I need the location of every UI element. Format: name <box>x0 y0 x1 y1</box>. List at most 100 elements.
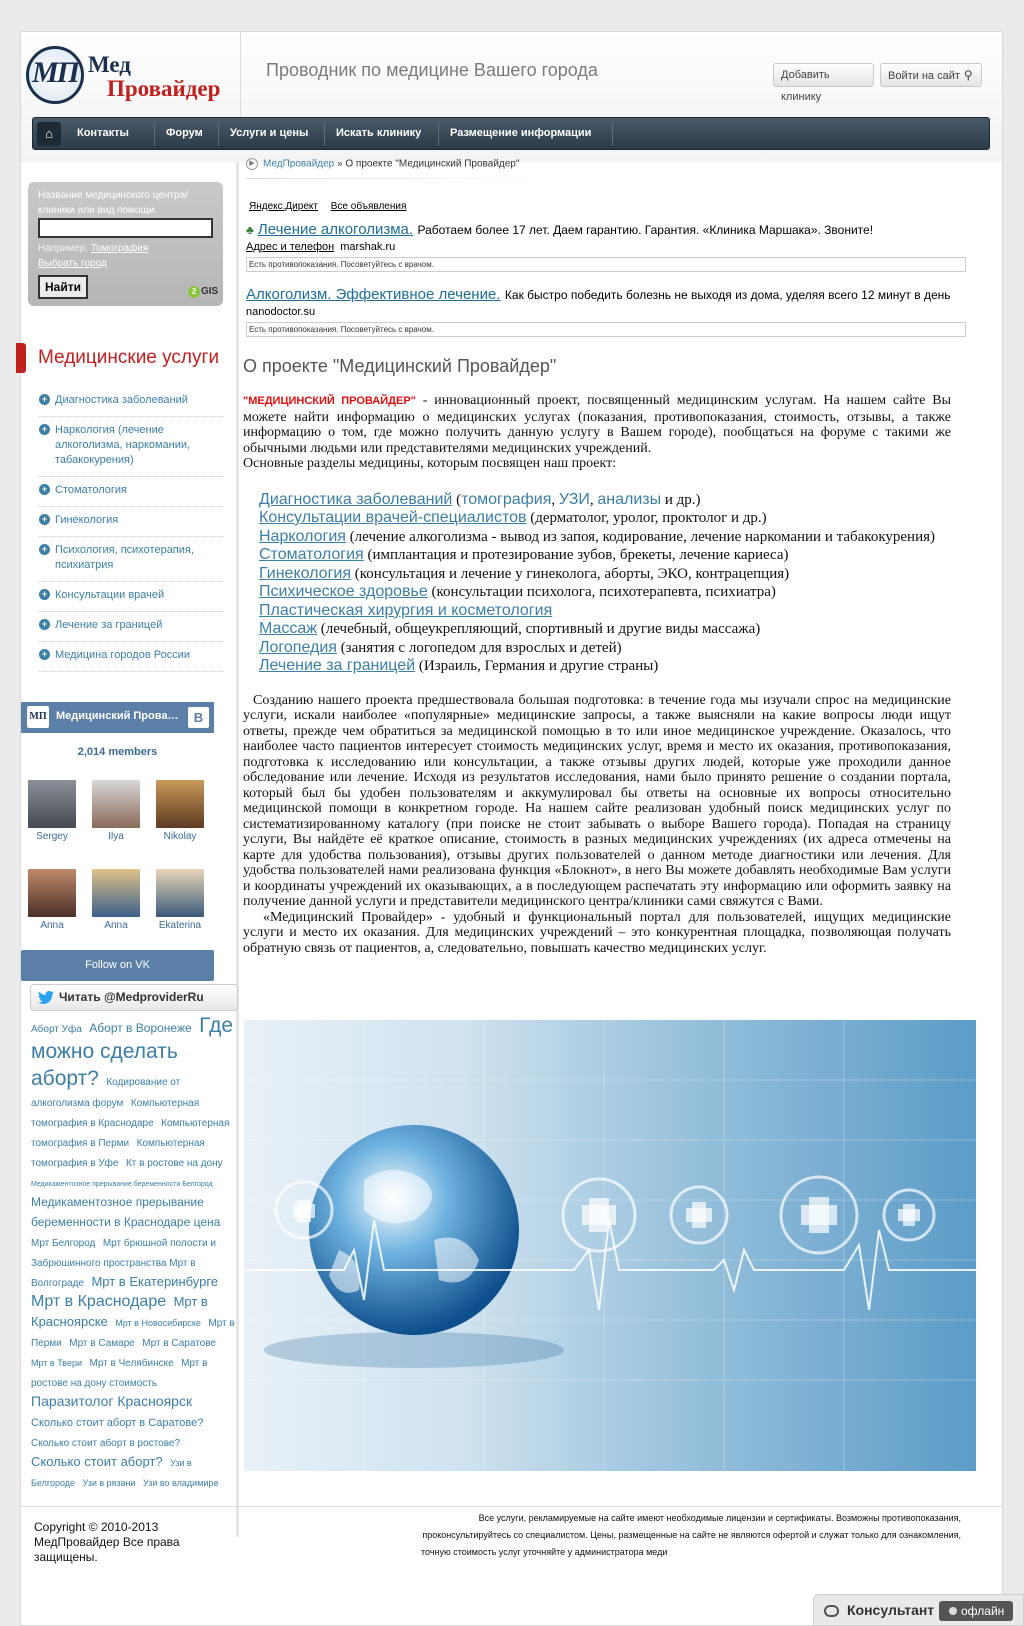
tag-link[interactable]: Узи в рязани <box>82 1478 135 1488</box>
search-example: Например, Томография <box>38 243 149 254</box>
consultant-chat-widget[interactable]: Консультант офлайн <box>813 1594 1024 1626</box>
plus-circle-icon: + <box>39 649 50 660</box>
tag-link[interactable]: Аборт в Воронеже <box>89 1021 191 1035</box>
section-item: Диагностика заболеваний (томография, УЗИ… <box>259 490 701 508</box>
footer-divider <box>21 1506 1002 1507</box>
section-link[interactable]: Диагностика заболеваний <box>259 491 452 508</box>
nav-item-forum[interactable]: Форум <box>154 118 215 149</box>
vk-member[interactable]: Anna <box>27 869 77 931</box>
tag-link[interactable]: Кт в ростове на дону <box>126 1158 223 1169</box>
service-item-consultations[interactable]: + Консультации врачей <box>39 582 224 612</box>
login-person-icon: ⚲ <box>963 68 973 82</box>
vk-member[interactable]: Nikolay <box>155 780 205 842</box>
member-avatar <box>28 869 76 917</box>
tag-link[interactable]: Аборт Уфа <box>31 1024 82 1035</box>
tag-link[interactable]: Мрт в Твери <box>31 1358 82 1368</box>
section-item: Логопедия (занятия с логопедом для взрос… <box>259 639 951 658</box>
section-link[interactable]: Пластическая хирургия и косметология <box>259 602 552 619</box>
ad-title-link[interactable]: Алкоголизм. Эффективное лечение. <box>246 286 500 303</box>
twitter-follow-button[interactable]: Читать @MedproviderRu <box>30 984 238 1011</box>
vk-member[interactable]: Anna <box>91 869 141 931</box>
section-description: (дерматолог, уролог, проктолог и др.) <box>526 510 767 526</box>
tag-link[interactable]: Медикаментозное прерывание беременности … <box>31 1181 213 1188</box>
ad-title-link[interactable]: Лечение алкоголизма. <box>258 221 413 238</box>
vk-widget-header[interactable]: МП Медицинский Провайдер B <box>21 702 214 733</box>
add-clinic-button[interactable]: Добавить клинику <box>773 63 874 103</box>
all-ads-link[interactable]: Все объявления <box>331 201 407 212</box>
vk-member[interactable]: Sergey <box>27 780 77 842</box>
section-description: (лечение алкоголизма - вывод из запоя, к… <box>345 528 936 545</box>
home-icon[interactable]: ⌂ <box>37 122 61 146</box>
vk-follow-button[interactable]: Follow on VK <box>21 950 214 981</box>
vk-member[interactable]: Ekaterina <box>155 869 205 931</box>
section-link[interactable]: Массаж <box>259 620 317 637</box>
tag-link[interactable]: Мрт Белгород <box>31 1238 95 1249</box>
section-item: Массаж (лечебный, общеукрепляющий, спорт… <box>259 620 951 639</box>
tag-link[interactable]: Сколько стоит аборт в ростове? <box>31 1438 180 1449</box>
service-item-narcology[interactable]: + Наркология (лечение алкоголизма, нарком… <box>39 417 224 477</box>
service-item-abroad[interactable]: + Лечение за границей <box>39 612 224 642</box>
nav-item-services[interactable]: Услуги и цены <box>218 118 320 149</box>
section-link[interactable]: Гинекология <box>259 565 351 582</box>
breadcrumb-home-link[interactable]: МедПровайдер <box>263 159 334 170</box>
section-item: Гинекология (консультация и лечение у ги… <box>259 565 951 584</box>
ad-contact-link[interactable]: Адрес и телефон <box>246 241 334 253</box>
copyright: Copyright © 2010-2013 МедПровайдер Все п… <box>34 1520 180 1564</box>
vk-member-count: 2,014 members <box>77 746 158 758</box>
ad-warning: Есть противопоказания. Посоветуйтесь с в… <box>246 322 966 337</box>
section-link[interactable]: Логопедия <box>259 639 337 656</box>
tag-link[interactable]: Мрт в Екатеринбурге <box>91 1274 218 1289</box>
example-link[interactable]: Томография <box>91 243 148 254</box>
service-item-gynecology[interactable]: + Гинекология <box>39 507 224 537</box>
service-item-cities[interactable]: + Медицина городов России <box>39 642 224 672</box>
logo-text-med: Мед <box>88 52 131 77</box>
vk-group-name[interactable]: Медицинский Провайдер <box>56 710 181 722</box>
article-body: "МЕДИЦИНСКИЙ ПРОВАЙДЕР" - инновационный … <box>243 393 951 956</box>
section-sublink[interactable]: анализы <box>597 491 661 508</box>
yandex-direct-header: Яндекс.Директ Все объявления <box>249 201 416 212</box>
service-item-diagnostics[interactable]: + Диагностика заболеваний <box>39 387 224 417</box>
plus-circle-icon: + <box>39 544 50 555</box>
tag-link[interactable]: Мрт в Краснодаре <box>31 1293 166 1310</box>
section-link[interactable]: Психическое здоровье <box>259 583 428 600</box>
tag-link[interactable]: Мрт в Самаре <box>69 1338 135 1349</box>
member-name: Ilya <box>108 831 124 842</box>
tag-link[interactable]: Медикаментозное прерывание беременности … <box>31 1195 220 1229</box>
tag-link[interactable]: Мрт в Челябинске <box>89 1358 173 1369</box>
section-link[interactable]: Консультации врачей-специалистов <box>259 509 526 526</box>
section-item: Стоматология (имплантация и протезирован… <box>259 546 951 565</box>
tag-link[interactable]: Сколько стоит аборт в Саратове? <box>31 1417 203 1429</box>
nav-item-find-clinic[interactable]: Искать клинику <box>324 118 433 149</box>
yandex-direct-link[interactable]: Яндекс.Директ <box>249 201 318 212</box>
site-logo[interactable]: МП Мед Провайдер <box>24 42 246 124</box>
section-link[interactable]: Наркология <box>259 528 346 545</box>
section-link[interactable]: Лечение за границей <box>259 657 415 674</box>
login-button[interactable]: Войти на сайт ⚲ <box>880 63 982 87</box>
section-link[interactable]: Стоматология <box>259 546 364 563</box>
2gis-logo: 2 GIS <box>188 286 218 298</box>
tag-link[interactable]: Сколько стоит аборт? <box>31 1454 163 1469</box>
choose-city-link[interactable]: Выбрать город <box>38 258 107 269</box>
article-paragraph: Созданию нашего проекта предшествовала б… <box>243 692 951 910</box>
tag-link[interactable]: Узи во владимире <box>143 1478 218 1488</box>
nav-item-placement[interactable]: Размещение информации <box>438 118 603 149</box>
ad-domain: marshak.ru <box>340 241 396 253</box>
search-button[interactable]: Найти <box>38 275 88 299</box>
tag-link[interactable]: Паразитолог Красноярск <box>31 1393 192 1409</box>
service-item-psychology[interactable]: + Психология, психотерапия, психиатрия <box>39 537 224 582</box>
search-input[interactable] <box>38 218 213 238</box>
page-title: О проекте "Медицинский Провайдер" <box>243 356 557 376</box>
nav-item-contacts[interactable]: Контакты <box>65 118 141 149</box>
section-sublink[interactable]: томография <box>461 491 551 508</box>
member-name: Nikolay <box>163 831 197 842</box>
member-name: Anna <box>40 920 64 931</box>
vk-member[interactable]: Ilya <box>91 780 141 842</box>
ad-text: Как быстро победить болезнь не выходя из… <box>504 288 951 302</box>
tag-link[interactable]: Мрт в Новосибирске <box>115 1318 201 1328</box>
tag-link[interactable]: Мрт в Саратове <box>142 1338 216 1349</box>
consultant-label: Консультант <box>847 1602 935 1618</box>
article-intro: "МЕДИЦИНСКИЙ ПРОВАЙДЕР" - инновационный … <box>243 393 951 456</box>
service-item-dentistry[interactable]: + Стоматология <box>39 477 224 507</box>
services-menu: + Диагностика заболеваний + Наркология (ле… <box>39 387 224 672</box>
section-sublink[interactable]: УЗИ <box>559 491 590 508</box>
